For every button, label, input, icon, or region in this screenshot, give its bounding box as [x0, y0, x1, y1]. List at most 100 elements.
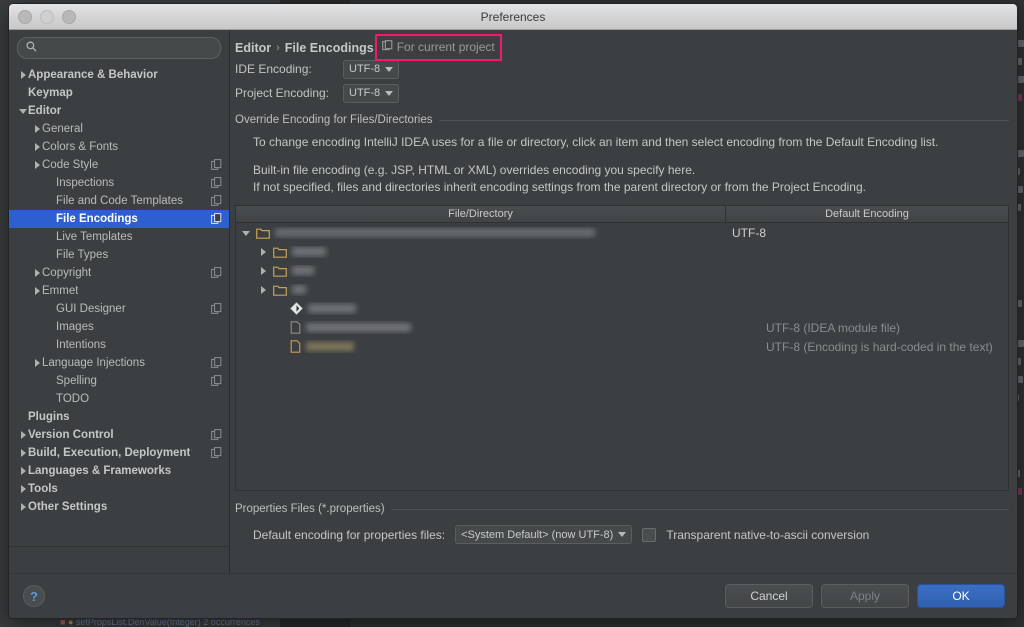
project-settings-icon	[211, 447, 222, 459]
tree-arrow-spacer	[45, 340, 56, 351]
sidebar-item-general[interactable]: General	[9, 120, 229, 138]
sidebar-item-label: Version Control	[28, 429, 114, 441]
chevron-right-icon[interactable]	[17, 466, 28, 477]
column-header-default-encoding[interactable]: Default Encoding	[726, 206, 1008, 222]
minimize-button[interactable]	[40, 9, 54, 24]
project-settings-icon	[211, 267, 222, 279]
properties-encoding-value: <System Default> (now UTF-8)	[461, 528, 614, 541]
sidebar-item-intentions[interactable]: Intentions	[9, 336, 229, 354]
properties-group-title: Properties Files (*.properties)	[235, 503, 385, 515]
chevron-down-icon[interactable]	[17, 106, 28, 117]
sidebar-item-inspections[interactable]: Inspections	[9, 174, 229, 192]
tree-arrow-spacer	[274, 322, 285, 333]
sidebar-item-languages-frameworks[interactable]: Languages & Frameworks	[9, 462, 229, 480]
sidebar-item-build-execution-deployment[interactable]: Build, Execution, Deployment	[9, 444, 229, 462]
properties-encoding-dropdown[interactable]: <System Default> (now UTF-8)	[455, 525, 633, 544]
table-body[interactable]: UTF-8 UTF-8 (IDEA module file) UTF-8 (Enco…	[236, 223, 1008, 490]
project-settings-icon	[211, 213, 222, 225]
sidebar-item-language-injections[interactable]: Language Injections	[9, 354, 229, 372]
sidebar-item-editor[interactable]: Editor	[9, 102, 229, 120]
zoom-button[interactable]	[62, 9, 76, 24]
chevron-right-icon[interactable]	[257, 284, 268, 295]
module-icon	[290, 302, 303, 315]
sidebar-item-file-types[interactable]: File Types	[9, 246, 229, 264]
chevron-right-icon[interactable]	[17, 502, 28, 513]
search-input[interactable]	[43, 41, 212, 55]
apply-button[interactable]: Apply	[821, 584, 909, 608]
sidebar-item-file-encodings[interactable]: File Encodings	[9, 210, 229, 228]
ide-encoding-dropdown[interactable]: UTF-8	[343, 59, 400, 79]
chevron-right-icon[interactable]	[257, 246, 268, 257]
chevron-down-icon	[385, 90, 394, 96]
ok-button[interactable]: OK	[917, 584, 1005, 608]
sidebar-item-gui-designer[interactable]: GUI Designer	[9, 300, 229, 318]
search-container	[9, 30, 229, 64]
table-row[interactable]: UTF-8 (IDEA module file)	[236, 318, 1008, 337]
sidebar-item-images[interactable]: Images	[9, 318, 229, 336]
breadcrumb-parent[interactable]: Editor	[235, 41, 271, 55]
file-icon	[290, 321, 301, 334]
sidebar-item-todo[interactable]: TODO	[9, 390, 229, 408]
table-row[interactable]	[236, 242, 1008, 261]
file-encoding-table[interactable]: File/Directory Default Encoding UTF-8 UTF…	[235, 205, 1009, 491]
table-row[interactable]: UTF-8	[236, 223, 1008, 242]
transparent-native-to-ascii-checkbox[interactable]	[642, 527, 657, 542]
chevron-right-icon[interactable]	[17, 448, 28, 459]
chevron-right-icon[interactable]	[17, 484, 28, 495]
table-row[interactable]: UTF-8 (Encoding is hard-coded in the tex…	[236, 337, 1008, 356]
chevron-right-icon[interactable]	[31, 358, 42, 369]
search-box[interactable]	[17, 37, 221, 59]
chevron-right-icon[interactable]	[31, 142, 42, 153]
sidebar-item-tools[interactable]: Tools	[9, 480, 229, 498]
scope-badge[interactable]: For current project	[374, 34, 502, 61]
chevron-right-icon[interactable]	[257, 265, 268, 276]
default-encoding-cell[interactable]: UTF-8 (IDEA module file)	[763, 321, 1008, 335]
sidebar-item-label: Copyright	[42, 267, 92, 279]
chevron-right-icon[interactable]	[31, 124, 42, 135]
table-row[interactable]	[236, 261, 1008, 280]
sidebar-bottom-bar	[9, 546, 229, 573]
override-description: To change encoding IntelliJ IDEA uses fo…	[235, 126, 1009, 196]
settings-tree[interactable]: Appearance & Behavior Keymap Editor General…	[9, 64, 229, 546]
chevron-right-icon[interactable]	[31, 160, 42, 171]
sidebar-item-label: Build, Execution, Deployment	[28, 447, 191, 459]
close-button[interactable]	[18, 9, 32, 24]
table-row[interactable]	[236, 299, 1008, 318]
file-name-cell	[236, 340, 763, 353]
sidebar-item-spelling[interactable]: Spelling	[9, 372, 229, 390]
project-encoding-value: UTF-8	[349, 87, 381, 99]
override-group-title: Override Encoding for Files/Directories	[235, 114, 433, 126]
project-encoding-dropdown[interactable]: UTF-8	[343, 83, 400, 103]
sidebar-item-appearance-behavior[interactable]: Appearance & Behavior	[9, 66, 229, 84]
sidebar-item-copyright[interactable]: Copyright	[9, 264, 229, 282]
sidebar-item-keymap[interactable]: Keymap	[9, 84, 229, 102]
tree-arrow-spacer	[274, 303, 285, 314]
chevron-down-icon[interactable]	[240, 227, 251, 238]
sidebar-item-file-and-code-templates[interactable]: File and Code Templates	[9, 192, 229, 210]
column-header-file-directory[interactable]: File/Directory	[236, 206, 726, 222]
sidebar-item-emmet[interactable]: Emmet	[9, 282, 229, 300]
sidebar-item-colors-fonts[interactable]: Colors & Fonts	[9, 138, 229, 156]
tree-arrow-spacer	[45, 196, 56, 207]
chevron-right-icon[interactable]	[17, 430, 28, 441]
settings-main-panel: Editor › File Encodings For current proj…	[230, 30, 1017, 573]
sidebar-item-code-style[interactable]: Code Style	[9, 156, 229, 174]
project-settings-icon	[211, 429, 222, 441]
sidebar-item-version-control[interactable]: Version Control	[9, 426, 229, 444]
sidebar-item-other-settings[interactable]: Other Settings	[9, 498, 229, 516]
sidebar-item-plugins[interactable]: Plugins	[9, 408, 229, 426]
table-row[interactable]	[236, 280, 1008, 299]
chevron-right-icon[interactable]	[31, 286, 42, 297]
cancel-button[interactable]: Cancel	[725, 584, 813, 608]
sidebar-item-label: Live Templates	[56, 231, 133, 243]
default-encoding-cell[interactable]: UTF-8 (Encoding is hard-coded in the tex…	[763, 340, 1008, 354]
default-encoding-cell[interactable]: UTF-8	[729, 226, 1008, 240]
redacted-file-name	[292, 247, 326, 256]
chevron-right-icon[interactable]	[31, 268, 42, 279]
properties-files-group: Properties Files (*.properties) Default …	[235, 503, 1009, 544]
sidebar-item-label: TODO	[56, 393, 90, 405]
folder-icon	[273, 284, 287, 296]
chevron-right-icon[interactable]	[17, 70, 28, 81]
sidebar-item-live-templates[interactable]: Live Templates	[9, 228, 229, 246]
help-button[interactable]: ?	[23, 585, 45, 607]
